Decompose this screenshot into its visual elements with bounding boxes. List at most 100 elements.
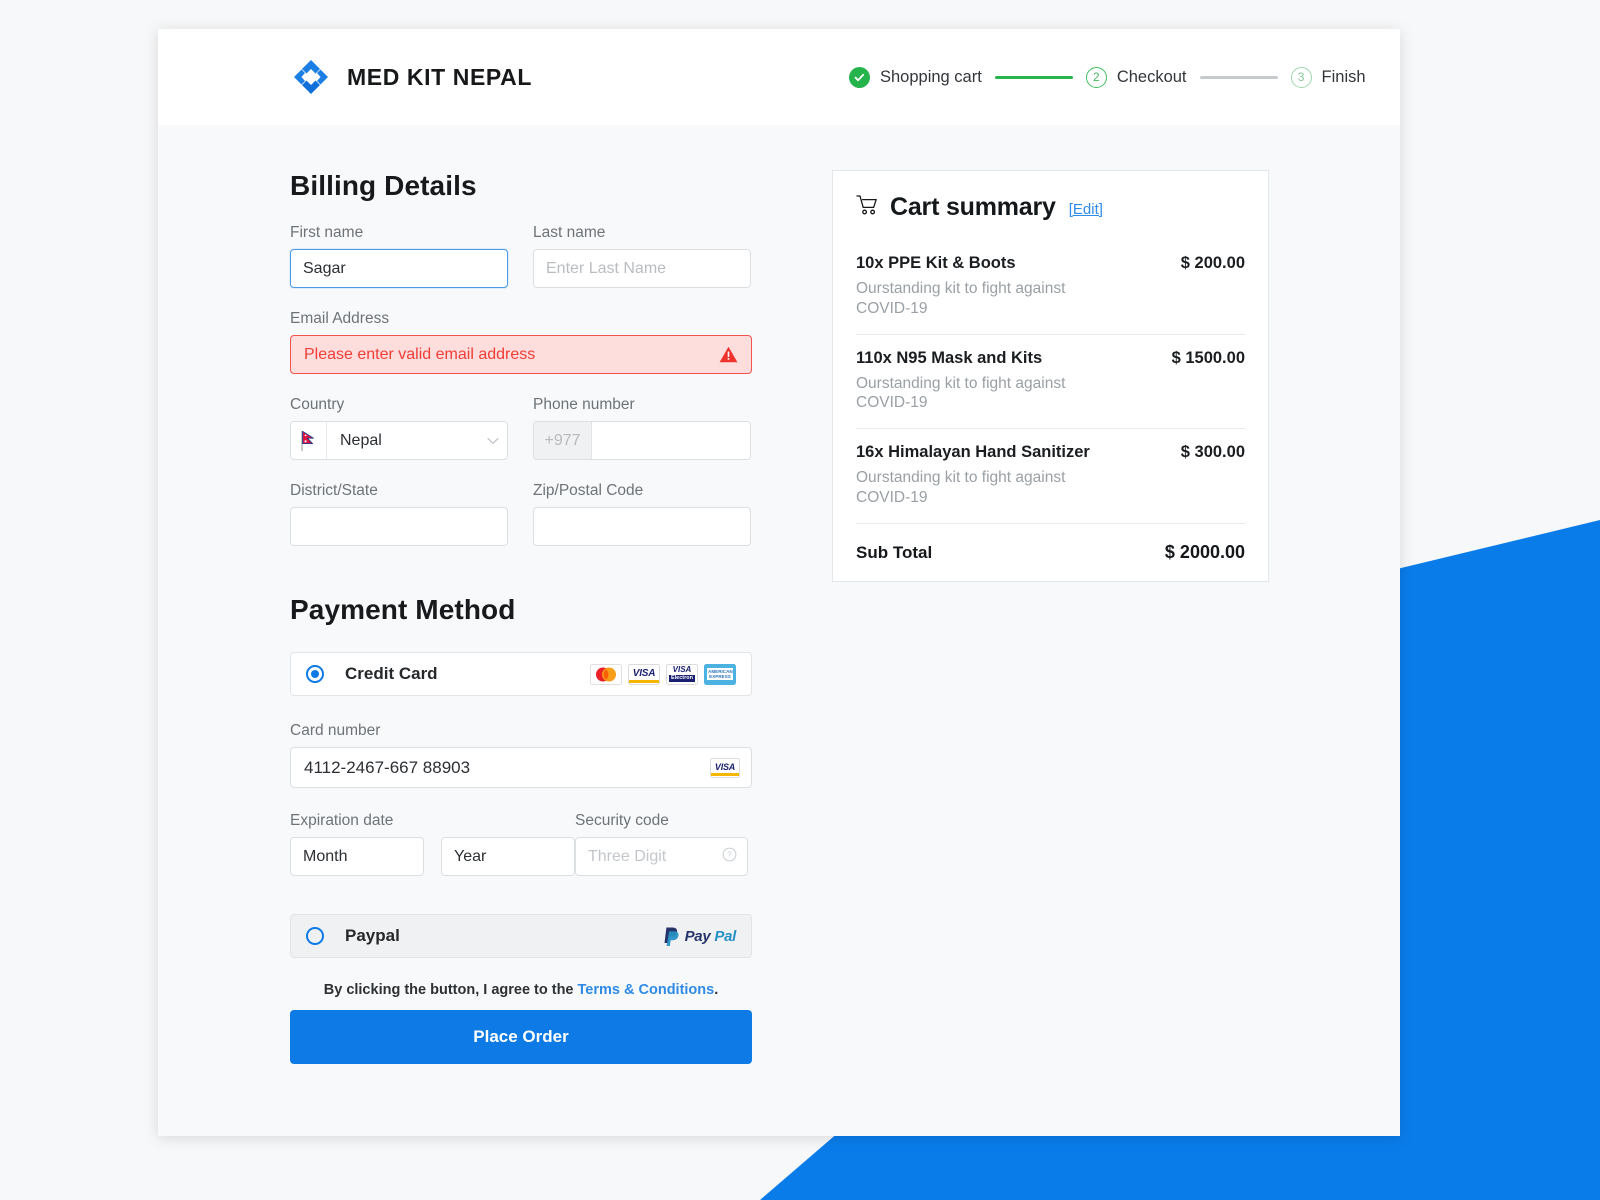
- visa-icon: VISA: [628, 663, 660, 685]
- card-number-visa-icon: VISA: [710, 757, 740, 778]
- cart-summary-title: Cart summary: [890, 193, 1056, 221]
- american-express-icon: AMERICAN EXPRESS: [704, 663, 736, 685]
- cart-item-description: Ourstanding kit to fight against COVID-1…: [856, 374, 1066, 412]
- step-1-label: Shopping cart: [879, 67, 982, 86]
- card-brand-icons: VISA VISA Electron AMERICAN EXPRESS: [590, 663, 736, 685]
- district-label: District/State: [290, 482, 378, 499]
- country-group: Country Nepal: [290, 396, 508, 460]
- card-number-input[interactable]: [290, 747, 752, 788]
- terms-link[interactable]: Terms & Conditions: [578, 982, 715, 998]
- payment-option-paypal[interactable]: Paypal Pay Pal: [290, 914, 752, 958]
- step-2-label: Checkout: [1116, 67, 1187, 86]
- country-label: Country: [290, 396, 345, 413]
- cart-item-price: $ 200.00: [1180, 254, 1245, 272]
- visa-electron-bottom: Electron: [668, 674, 695, 682]
- brand-logo[interactable]: MED KIT NEPAL: [290, 56, 532, 98]
- payment-method-title: Payment Method: [290, 594, 516, 625]
- paypal-icon: Pay Pal: [663, 926, 736, 946]
- district-zip-row: District/State Zip/Postal Code: [290, 482, 752, 546]
- cart-item: 110x N95 Mask and Kits $ 1500.00 Ourstan…: [856, 335, 1245, 430]
- credit-card-radio[interactable]: [306, 665, 324, 683]
- name-row: First name Last name: [290, 224, 752, 288]
- page-header: MED KIT NEPAL Shopping cart 2 Checkout 3…: [158, 29, 1400, 125]
- terms-prefix: By clicking the button, I agree to the: [323, 982, 578, 998]
- step-3-label: Finish: [1321, 67, 1366, 86]
- step-1-marker: [848, 66, 870, 88]
- cart-item-price: $ 300.00: [1180, 443, 1245, 462]
- paypal-radio[interactable]: [306, 927, 324, 945]
- cart-subtotal-value: $ 2000.00: [1164, 541, 1245, 562]
- expiry-security-row: Expiration date Month Year Security code: [290, 812, 752, 876]
- expiration-month-select[interactable]: Month: [290, 837, 424, 876]
- svg-text:?: ?: [727, 850, 732, 859]
- country-phone-row: Country Nepal Phone number +977: [290, 396, 752, 460]
- cart-item-name: 10x PPE Kit & Boots: [856, 254, 1016, 272]
- chevron-down-icon: [479, 422, 507, 459]
- last-name-input[interactable]: [533, 249, 751, 288]
- terms-suffix: .: [714, 982, 719, 998]
- phone-country-prefix: +977: [534, 422, 592, 459]
- expiration-year-select[interactable]: Year: [441, 837, 575, 876]
- security-code-label: Security code: [575, 812, 669, 829]
- phone-field: +977: [533, 421, 751, 460]
- phone-input[interactable]: [592, 422, 750, 459]
- place-order-button[interactable]: Place Order: [290, 1010, 752, 1064]
- security-code-group: Security code ?: [575, 812, 752, 876]
- district-input[interactable]: [290, 507, 508, 546]
- zip-input[interactable]: [533, 507, 751, 546]
- step-checkout[interactable]: 2 Checkout: [1085, 66, 1187, 88]
- visa-electron-top: VISA: [672, 665, 692, 675]
- step-finish[interactable]: 3 Finish: [1290, 66, 1366, 88]
- question-circle-icon[interactable]: ?: [722, 847, 737, 867]
- zip-group: Zip/Postal Code: [533, 482, 751, 546]
- first-name-input[interactable]: [290, 249, 508, 288]
- cart-subtotal-label: Sub Total: [856, 542, 933, 562]
- country-value: Nepal: [340, 431, 382, 449]
- cart-item-description: Ourstanding kit to fight against COVID-1…: [856, 469, 1066, 507]
- step-connector-2: [1199, 75, 1278, 79]
- first-name-label: First name: [290, 224, 364, 241]
- card-number-group: VISA: [290, 747, 752, 788]
- phone-group: Phone number +977: [533, 396, 751, 460]
- cart-item: 10x PPE Kit & Boots $ 200.00 Ourstanding…: [856, 240, 1245, 335]
- email-error-message: Please enter valid email address: [304, 345, 536, 363]
- page-title: Billing Details: [290, 170, 477, 201]
- cart-summary-panel: Cart summary [Edit] 10x PPE Kit & Boots …: [832, 170, 1269, 1064]
- expiration-group: Expiration date Month Year: [290, 812, 575, 876]
- amex-line2: EXPRESS: [709, 674, 731, 679]
- cart-item-name: 16x Himalayan Hand Sanitizer: [856, 443, 1090, 462]
- email-group: Email Address Please enter valid email a…: [290, 310, 752, 374]
- email-input[interactable]: Please enter valid email address: [290, 335, 752, 374]
- checkout-stepper: Shopping cart 2 Checkout 3 Finish: [848, 66, 1366, 88]
- shopping-cart-icon: [856, 194, 879, 221]
- diamond-petals-logo-icon: [290, 56, 332, 98]
- step-shopping-cart[interactable]: Shopping cart: [848, 66, 982, 88]
- card-number-label: Card number: [290, 722, 381, 739]
- amex-line1: AMERICAN: [708, 668, 733, 674]
- district-group: District/State: [290, 482, 508, 546]
- country-select[interactable]: Nepal: [290, 421, 508, 460]
- visa-electron-icon: VISA Electron: [666, 663, 698, 685]
- last-name-label: Last name: [533, 224, 606, 241]
- cart-edit-link[interactable]: [Edit]: [1069, 201, 1103, 218]
- warning-triangle-icon: [719, 346, 738, 363]
- credit-card-label: Credit Card: [345, 664, 438, 683]
- step-connector-1: [994, 75, 1073, 79]
- payment-option-credit-card[interactable]: Credit Card VISA VISA Electron AMERICAN …: [290, 652, 752, 696]
- paypal-label: Paypal: [345, 926, 400, 945]
- first-name-group: First name: [290, 224, 508, 288]
- zip-label: Zip/Postal Code: [533, 482, 644, 499]
- phone-label: Phone number: [533, 396, 635, 413]
- cart-item-name: 110x N95 Mask and Kits: [856, 348, 1043, 367]
- terms-text: By clicking the button, I agree to the T…: [290, 982, 752, 998]
- brand-name: MED KIT NEPAL: [347, 63, 532, 90]
- billing-form: Billing Details First name Last name Ema…: [290, 170, 752, 1064]
- visa-wordmark: VISA: [632, 668, 656, 679]
- expiration-label: Expiration date: [290, 812, 394, 829]
- nepal-flag-icon: [291, 422, 327, 459]
- cart-subtotal-row: Sub Total $ 2000.00: [856, 524, 1245, 563]
- mastercard-icon: [590, 663, 622, 685]
- cart-item-description: Ourstanding kit to fight against COVID-1…: [856, 280, 1066, 317]
- last-name-group: Last name: [533, 224, 751, 288]
- cart-item: 16x Himalayan Hand Sanitizer $ 300.00 Ou…: [856, 429, 1245, 524]
